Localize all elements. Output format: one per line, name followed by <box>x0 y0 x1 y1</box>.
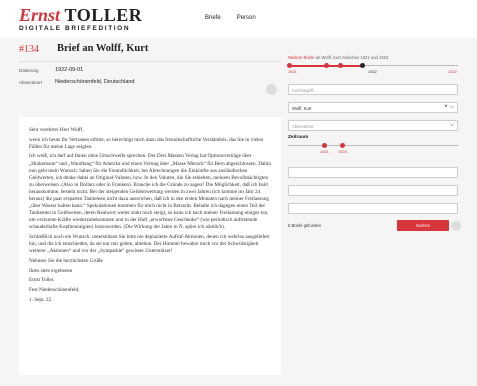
timeline-label-end: 1922 <box>448 69 457 74</box>
letter-panel: #134 Brief an Wolff, Kurt Datierung 1922… <box>19 38 281 375</box>
timeline-slider[interactable] <box>287 62 458 69</box>
letter-salutation: Sehr verehrter Herr Wolff, <box>29 127 84 133</box>
letter-paragraph: Ich weiß, ich darf auf Ihnen ohne Umschw… <box>29 153 271 231</box>
letter-closing: Nehmen Sie die herzlichsten Grüße <box>29 257 103 264</box>
timeline-marker[interactable] <box>338 62 343 68</box>
zeitraum-label-start: 1921 <box>320 149 329 154</box>
letter-place: Fest Niederschönenfeld, <box>29 287 80 294</box>
search-button[interactable]: Suchen <box>397 220 449 231</box>
logo-subtitle: DIGITALE BRIEFEDITION <box>19 25 131 32</box>
meta-row-date: Datierung 1922-09-01 <box>19 65 281 77</box>
meta-value: 1922-09-01 <box>55 67 84 73</box>
letter-number: #134 <box>19 44 39 55</box>
letter-date: 1. Sept. 22. <box>29 296 53 303</box>
clear-chevron-icons[interactable]: × ⌵ <box>444 104 454 111</box>
zeitraum-label: Zeitraum <box>288 135 309 140</box>
letter-title: Brief an Wolff, Kurt <box>57 43 149 54</box>
results-row: 5 Briefe gefunden Suchen <box>288 220 461 231</box>
timeline-marker[interactable] <box>324 62 329 68</box>
timeline-label-mid: 1922 <box>368 69 377 74</box>
filter-input[interactable] <box>288 167 458 178</box>
meta-toggle-button[interactable] <box>266 84 277 95</box>
letter-paragraph: Schließlich noch ein Wunsch: unterstütze… <box>29 234 270 255</box>
zeitraum-handle-start[interactable] <box>322 142 327 148</box>
meta-label: Absendeort <box>19 80 43 85</box>
meta-value: Niederschönenfeld, Deutschland <box>55 79 135 85</box>
range-text: an Wolff, Kurt zwischen 1921 und 1923 <box>314 55 389 60</box>
logo[interactable]: Ernst TOLLER DIGITALE BRIEFEDITION <box>19 6 142 32</box>
letter-closing: Ihres stets ergebenen <box>29 267 73 274</box>
filter-input[interactable] <box>288 185 458 196</box>
place-select[interactable]: Absendeort ⌵ <box>288 120 458 131</box>
zeitraum-label-end: 1923 <box>338 149 347 154</box>
timeline-labels: 1921 1922 1922 <box>288 69 458 75</box>
page: Ernst TOLLER DIGITALE BRIEFEDITION Brief… <box>0 0 477 386</box>
letter-body: Sehr verehrter Herr Wolff, wenn ich heut… <box>19 117 281 375</box>
range-prefix[interactable]: Weitere Briefe <box>288 55 314 60</box>
meta-label: Datierung <box>19 68 39 73</box>
header: Ernst TOLLER DIGITALE BRIEFEDITION Brief… <box>0 0 477 38</box>
timeline-marker[interactable] <box>287 62 292 68</box>
nav-item-person[interactable]: Person <box>237 15 256 21</box>
letter-header: #134 Brief an Wolff, Kurt <box>19 38 281 62</box>
meta-row-place: Absendeort Niederschönenfeld, Deutschlan… <box>19 77 281 89</box>
place-placeholder: Absendeort <box>292 123 314 129</box>
zeitraum-labels: 1921 1923 <box>288 149 458 155</box>
timeline-label-start: 1921 <box>288 69 297 74</box>
letter-signature: Ernst Toller. <box>29 277 55 284</box>
main-nav: Briefe Person <box>205 15 256 21</box>
person-select[interactable]: Wolff, Kurt × ⌵ <box>288 102 458 113</box>
timeline-marker-current[interactable] <box>360 62 365 68</box>
search-input[interactable]: Suchbegriff... <box>288 84 458 95</box>
filter-input[interactable] <box>288 203 458 214</box>
logo-first-name: Ernst <box>19 5 61 25</box>
search-placeholder: Suchbegriff... <box>292 87 317 93</box>
zeitraum-handle-end[interactable] <box>340 142 345 148</box>
letter-paragraph: wenn ich heute Ihr Vertrauen erbitte, so… <box>29 136 264 150</box>
zeitraum-track <box>288 145 458 146</box>
range-title: Weitere Briefe an Wolff, Kurt zwischen 1… <box>288 55 458 60</box>
zeitraum-slider[interactable] <box>288 142 458 149</box>
logo-last-name: TOLLER <box>64 5 143 25</box>
nav-item-briefe[interactable]: Briefe <box>205 15 221 21</box>
reset-button[interactable] <box>451 220 461 231</box>
chevron-down-icon[interactable]: ⌵ <box>449 122 454 129</box>
logo-title: Ernst TOLLER <box>19 6 142 24</box>
filter-panel: Weitere Briefe an Wolff, Kurt zwischen 1… <box>287 55 461 231</box>
person-select-value: Wolff, Kurt <box>292 105 312 111</box>
result-count: 5 Briefe gefunden <box>288 223 322 228</box>
